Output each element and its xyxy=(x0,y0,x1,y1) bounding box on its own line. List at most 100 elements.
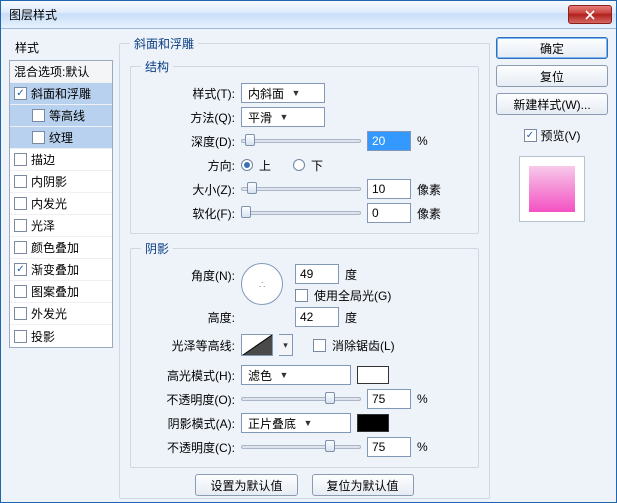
bevel-group: 斜面和浮雕 结构 样式(T): 内斜面 ▼ 方法(Q): 平滑 xyxy=(119,35,490,499)
new-style-button[interactable]: 新建样式(W)... xyxy=(496,93,608,115)
settings-column: 斜面和浮雕 结构 样式(T): 内斜面 ▼ 方法(Q): 平滑 xyxy=(119,35,490,494)
style-label: 渐变叠加 xyxy=(31,261,79,278)
shadow-mode-value: 正片叠底 xyxy=(248,415,296,432)
antialias-checkbox[interactable] xyxy=(313,339,326,352)
soften-input[interactable]: 0 xyxy=(367,203,411,223)
checkbox-outer-glow[interactable] xyxy=(14,307,27,320)
size-input[interactable]: 10 xyxy=(367,179,411,199)
style-row-pattern-overlay[interactable]: 图案叠加 xyxy=(10,281,112,303)
style-value: 内斜面 xyxy=(248,85,284,102)
direction-up-radio[interactable] xyxy=(241,159,253,171)
size-label: 大小(Z): xyxy=(141,181,235,198)
checkbox-bevel[interactable] xyxy=(14,87,27,100)
checkbox-stroke[interactable] xyxy=(14,153,27,166)
chevron-down-icon: ▼ xyxy=(276,367,292,383)
make-default-button[interactable]: 设置为默认值 xyxy=(195,474,297,496)
highlight-opacity-input[interactable]: 75 xyxy=(367,389,411,409)
depth-slider[interactable] xyxy=(241,132,361,150)
highlight-opacity-label: 不透明度(O): xyxy=(141,391,235,408)
technique-combo[interactable]: 平滑 ▼ xyxy=(241,107,325,127)
titlebar: 图层样式 xyxy=(1,1,616,29)
highlight-color-swatch[interactable] xyxy=(357,366,389,384)
shadow-opacity-label: 不透明度(C): xyxy=(141,439,235,456)
depth-input[interactable]: 20 xyxy=(367,131,411,151)
style-row-inner-glow[interactable]: 内发光 xyxy=(10,193,112,215)
checkbox-gradient-overlay[interactable] xyxy=(14,263,27,276)
highlight-opacity-slider[interactable] xyxy=(241,390,361,408)
chevron-down-icon: ▼ xyxy=(276,109,292,125)
shadow-opacity-slider[interactable] xyxy=(241,438,361,456)
style-row-inner-shadow[interactable]: 内阴影 xyxy=(10,171,112,193)
direction-up-label: 上 xyxy=(259,157,271,174)
style-label: 样式(T): xyxy=(141,85,235,102)
close-button[interactable] xyxy=(568,5,612,24)
style-row-drop-shadow[interactable]: 投影 xyxy=(10,325,112,347)
gloss-contour-dropdown[interactable]: ▾ xyxy=(279,334,293,356)
style-row-texture[interactable]: 纹理 xyxy=(10,127,112,149)
style-combo[interactable]: 内斜面 ▼ xyxy=(241,83,325,103)
angle-label: 角度(N): xyxy=(141,263,235,284)
style-row-gradient-overlay[interactable]: 渐变叠加 xyxy=(10,259,112,281)
highlight-mode-value: 滤色 xyxy=(248,367,272,384)
styles-column: 样式 混合选项:默认 斜面和浮雕 等高线 纹理 xyxy=(9,35,113,494)
checkbox-inner-shadow[interactable] xyxy=(14,175,27,188)
highlight-mode-combo[interactable]: 滤色 ▼ xyxy=(241,365,351,385)
style-row-contour[interactable]: 等高线 xyxy=(10,105,112,127)
checkbox-pattern-overlay[interactable] xyxy=(14,285,27,298)
style-row-outer-glow[interactable]: 外发光 xyxy=(10,303,112,325)
chevron-down-icon: ▾ xyxy=(283,340,288,351)
default-buttons-row: 设置为默认值 复位为默认值 xyxy=(130,474,479,496)
direction-down-radio[interactable] xyxy=(293,159,305,171)
angle-right-stack: 49 度 使用全局光(G) xyxy=(295,263,391,305)
global-light-checkbox[interactable] xyxy=(295,289,308,302)
chevron-down-icon: ▼ xyxy=(288,85,304,101)
angle-input[interactable]: 49 xyxy=(295,264,339,284)
style-label: 描边 xyxy=(31,151,55,168)
style-label: 纹理 xyxy=(49,129,73,146)
preview-toggle[interactable]: 预览(V) xyxy=(496,127,608,144)
preview-swatch xyxy=(529,166,575,212)
preview-checkbox[interactable] xyxy=(524,129,537,142)
style-row-satin[interactable]: 光泽 xyxy=(10,215,112,237)
size-unit: 像素 xyxy=(417,181,441,198)
layer-style-dialog: 图层样式 样式 混合选项:默认 斜面和浮雕 等高线 xyxy=(0,0,617,503)
direction-down-label: 下 xyxy=(311,157,323,174)
blending-options-row[interactable]: 混合选项:默认 xyxy=(10,61,112,83)
gloss-contour-picker[interactable] xyxy=(241,334,273,356)
shadow-mode-combo[interactable]: 正片叠底 ▼ xyxy=(241,413,351,433)
style-row-color-overlay[interactable]: 颜色叠加 xyxy=(10,237,112,259)
checkbox-texture[interactable] xyxy=(32,131,45,144)
angle-dial[interactable]: ∴ xyxy=(241,263,283,305)
structure-legend: 结构 xyxy=(141,58,173,75)
ok-button[interactable]: 确定 xyxy=(496,37,608,59)
soften-slider[interactable] xyxy=(241,204,361,222)
reset-default-button[interactable]: 复位为默认值 xyxy=(312,474,414,496)
reset-button[interactable]: 复位 xyxy=(496,65,608,87)
checkbox-contour[interactable] xyxy=(32,109,45,122)
altitude-input[interactable]: 42 xyxy=(295,307,339,327)
checkbox-satin[interactable] xyxy=(14,219,27,232)
dialog-body: 样式 混合选项:默认 斜面和浮雕 等高线 纹理 xyxy=(1,29,616,502)
style-label: 外发光 xyxy=(31,305,67,322)
gloss-label: 光泽等高线: xyxy=(141,337,235,354)
size-slider[interactable] xyxy=(241,180,361,198)
checkbox-drop-shadow[interactable] xyxy=(14,330,27,343)
highlight-opacity-unit: % xyxy=(417,392,428,406)
checkbox-color-overlay[interactable] xyxy=(14,241,27,254)
preview-label: 预览(V) xyxy=(541,127,581,144)
style-label: 等高线 xyxy=(49,107,85,124)
shadow-opacity-input[interactable]: 75 xyxy=(367,437,411,457)
shadow-opacity-unit: % xyxy=(417,440,428,454)
style-row-bevel[interactable]: 斜面和浮雕 xyxy=(10,83,112,105)
highlight-mode-label: 高光模式(H): xyxy=(141,367,235,384)
checkbox-inner-glow[interactable] xyxy=(14,197,27,210)
style-row-stroke[interactable]: 描边 xyxy=(10,149,112,171)
depth-unit: % xyxy=(417,134,428,148)
shadow-color-swatch[interactable] xyxy=(357,414,389,432)
style-label: 内阴影 xyxy=(31,173,67,190)
close-icon xyxy=(585,10,595,20)
soften-label: 软化(F): xyxy=(141,205,235,222)
styles-list: 混合选项:默认 斜面和浮雕 等高线 纹理 描边 xyxy=(9,60,113,348)
window-title: 图层样式 xyxy=(9,6,57,23)
bevel-legend: 斜面和浮雕 xyxy=(130,35,198,52)
